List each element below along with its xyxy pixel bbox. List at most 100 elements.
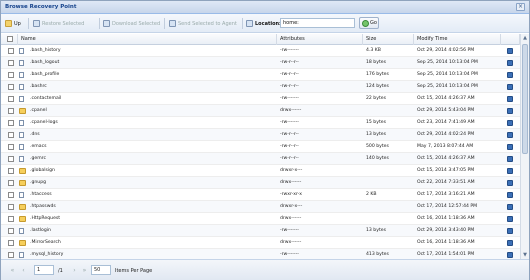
download-icon[interactable]	[507, 48, 513, 54]
download-icon[interactable]	[507, 204, 513, 210]
file-name[interactable]: .bash_logout	[30, 57, 275, 69]
file-name[interactable]: .dns	[30, 129, 275, 141]
table-row[interactable]: .htaccess -rwxr-xr-x 2 KB Oct 17, 2014 3:16…	[1, 189, 520, 201]
table-row[interactable]: .HttpRequest drwx------ Oct 16, 2014 1:18:…	[1, 213, 520, 225]
row-checkbox[interactable]	[8, 60, 14, 66]
table-row[interactable]: .bash_history -rw------- 4.3 KB Oct 29, 201…	[1, 45, 520, 57]
file-attributes: -rw-------	[280, 48, 299, 53]
table-row[interactable]: .MirrorSearch drwx------ Oct 16, 2014 1:18…	[1, 237, 520, 249]
table-row[interactable]: .gnupg drwx------ Oct 22, 2014 7:33:51 AM	[1, 177, 520, 189]
file-name[interactable]: .cpanel-logs	[30, 117, 275, 129]
row-checkbox[interactable]	[8, 48, 14, 54]
page-number-input[interactable]: 1	[34, 265, 54, 275]
first-page-icon[interactable]: «	[9, 267, 16, 274]
file-name[interactable]: .cpanel	[30, 105, 275, 117]
column-header-attributes[interactable]: Attributes	[277, 34, 363, 45]
restore-icon	[33, 20, 40, 27]
download-icon[interactable]	[507, 96, 513, 102]
file-name[interactable]: .MirrorSearch	[30, 237, 275, 249]
download-icon[interactable]	[507, 60, 513, 66]
download-icon[interactable]	[507, 168, 513, 174]
file-name[interactable]: .emacs	[30, 141, 275, 153]
row-checkbox[interactable]	[8, 96, 14, 102]
vertical-scrollbar[interactable]: ▲ ▼	[520, 34, 529, 259]
table-row[interactable]: .emacs -rw-r--r-- 500 bytes May 7, 2013 8:0…	[1, 141, 520, 153]
row-checkbox[interactable]	[8, 192, 14, 198]
select-all-checkbox[interactable]	[7, 36, 13, 42]
download-icon[interactable]	[507, 252, 513, 258]
row-checkbox[interactable]	[8, 240, 14, 246]
row-checkbox[interactable]	[8, 132, 14, 138]
browse-recovery-point-window: Browse Recovery Point × Up Restore Selec…	[0, 0, 530, 280]
file-name[interactable]: .gnupg	[30, 177, 275, 189]
file-name[interactable]: .bash_history	[30, 45, 275, 57]
column-header-size[interactable]: Size	[363, 34, 414, 45]
row-checkbox[interactable]	[8, 204, 14, 210]
column-header-name[interactable]: Name	[18, 34, 277, 45]
file-name[interactable]: .lastlogin	[30, 225, 275, 237]
table-row[interactable]: .lastlogin -rw------- 13 bytes Oct 29, 2014…	[1, 225, 520, 237]
table-row[interactable]: .bash_logout -rw-r--r-- 18 bytes Sep 25, 20…	[1, 57, 520, 69]
row-checkbox[interactable]	[8, 216, 14, 222]
table-row[interactable]: .globalsign drwxr-x--- Oct 15, 2014 3:47:0…	[1, 165, 520, 177]
scroll-thumb[interactable]	[522, 44, 528, 154]
file-name[interactable]: .gemrc	[30, 153, 275, 165]
location-input[interactable]: home:	[280, 18, 355, 28]
row-checkbox[interactable]	[8, 120, 14, 126]
file-name[interactable]: .contactemail	[30, 93, 275, 105]
file-name[interactable]: .bash_profile	[30, 69, 275, 81]
download-icon[interactable]	[507, 132, 513, 138]
download-icon[interactable]	[507, 216, 513, 222]
restore-selected-button[interactable]: Restore Selected	[33, 18, 84, 29]
table-row[interactable]: .gemrc -rw-r--r-- 140 bytes Oct 15, 2014 4:…	[1, 153, 520, 165]
table-row[interactable]: .dns -rw-r--r-- 13 bytes Oct 29, 2014 4:02:…	[1, 129, 520, 141]
download-icon[interactable]	[507, 240, 513, 246]
download-icon[interactable]	[507, 156, 513, 162]
items-per-page-input[interactable]: 50	[91, 265, 111, 275]
download-icon[interactable]	[507, 84, 513, 90]
row-checkbox[interactable]	[8, 228, 14, 234]
download-icon[interactable]	[507, 228, 513, 234]
file-name[interactable]: .bashrc	[30, 81, 275, 93]
download-selected-button[interactable]: Download Selected	[103, 18, 160, 29]
download-icon[interactable]	[507, 192, 513, 198]
table-row[interactable]: .htpasswds drwxr-x--- Oct 17, 2014 12:57:4…	[1, 201, 520, 213]
file-size	[366, 201, 412, 213]
row-checkbox[interactable]	[8, 84, 14, 90]
close-icon[interactable]: ×	[516, 3, 525, 11]
row-checkbox[interactable]	[8, 72, 14, 78]
scroll-up-icon[interactable]: ▲	[522, 35, 528, 41]
row-checkbox[interactable]	[8, 108, 14, 114]
file-name[interactable]: .HttpRequest	[30, 213, 275, 225]
up-button[interactable]: Up	[5, 18, 21, 29]
row-checkbox[interactable]	[8, 180, 14, 186]
row-checkbox[interactable]	[8, 144, 14, 150]
table-row[interactable]: .cpanel-logs -rw------- 15 bytes Oct 23, 20…	[1, 117, 520, 129]
row-checkbox[interactable]	[8, 252, 14, 258]
download-icon[interactable]	[507, 144, 513, 150]
file-name[interactable]: .globalsign	[30, 165, 275, 177]
download-icon[interactable]	[507, 180, 513, 186]
row-checkbox[interactable]	[8, 168, 14, 174]
download-icon[interactable]	[507, 72, 513, 78]
file-name[interactable]: .htaccess	[30, 189, 275, 201]
select-all-header[interactable]	[1, 34, 18, 45]
table-row[interactable]: .bashrc -rw-r--r-- 124 bytes Sep 25, 2014 1…	[1, 81, 520, 93]
go-button[interactable]: Go	[359, 17, 379, 29]
last-page-icon[interactable]: »	[81, 267, 88, 274]
table-row[interactable]: .cpanel drwx------ Oct 29, 2014 5:43:04 PM	[1, 105, 520, 117]
file-name[interactable]: .mysql_history	[30, 249, 275, 259]
table-row[interactable]: .contactemail -rw------- 22 bytes Oct 15, 2…	[1, 93, 520, 105]
table-row[interactable]: .bash_profile -rw-r--r-- 176 bytes Sep 25, …	[1, 69, 520, 81]
send-selected-to-agent-button[interactable]: Send Selected to Agent	[169, 18, 237, 29]
file-icon	[19, 84, 24, 90]
row-checkbox[interactable]	[8, 156, 14, 162]
table-row[interactable]: .mysql_history -rw------- 413 bytes Oct 17,…	[1, 249, 520, 259]
file-name[interactable]: .htpasswds	[30, 201, 275, 213]
download-icon[interactable]	[507, 120, 513, 126]
download-icon[interactable]	[507, 108, 513, 114]
next-page-icon[interactable]: ›	[71, 267, 78, 274]
scroll-down-icon[interactable]: ▼	[522, 252, 528, 258]
column-header-modify-time[interactable]: Modify Time	[414, 34, 501, 45]
prev-page-icon[interactable]: ‹	[20, 267, 27, 274]
